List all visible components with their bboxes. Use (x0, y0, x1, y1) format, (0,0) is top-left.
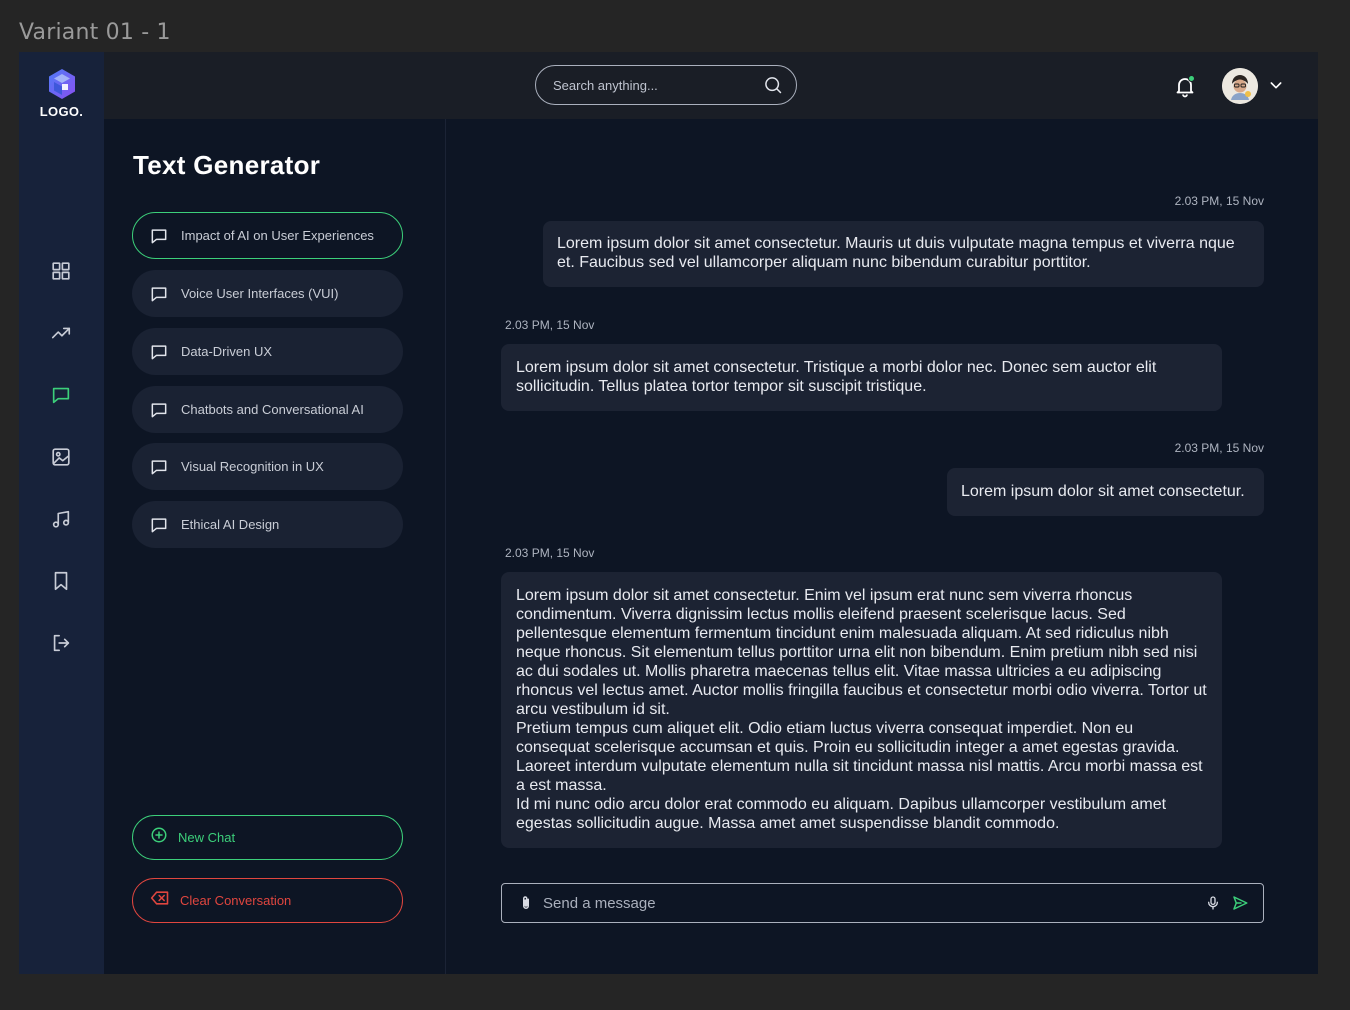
bookmark-icon[interactable] (49, 569, 73, 593)
conversation-item[interactable]: Ethical AI Design (132, 501, 403, 548)
avatar-illustration-icon (1222, 68, 1258, 104)
new-chat-label: New Chat (178, 830, 236, 845)
conversation-item[interactable]: Data-Driven UX (132, 328, 403, 375)
conversation-label: Chatbots and Conversational AI (181, 402, 364, 417)
page-title: Text Generator (133, 150, 321, 180)
message-bubble-sent: Lorem ipsum dolor sit amet consectetur. (947, 468, 1264, 516)
image-icon[interactable] (49, 445, 73, 469)
search-box[interactable] (535, 65, 797, 105)
conversation-item[interactable]: Voice User Interfaces (VUI) (132, 270, 403, 317)
clear-conversation-button[interactable]: Clear Conversation (132, 878, 403, 923)
chat-bubble-icon (149, 226, 169, 246)
message-timestamp: 2.03 PM, 15 Nov (505, 318, 595, 332)
chat-bubble-icon[interactable] (49, 383, 73, 407)
dashboard-grid-icon[interactable] (49, 259, 73, 283)
chat-bubble-icon (149, 457, 169, 477)
clear-conversation-label: Clear Conversation (180, 893, 292, 908)
search-icon[interactable] (762, 74, 784, 96)
send-icon[interactable] (1231, 894, 1249, 912)
conversation-item[interactable]: Chatbots and Conversational AI (132, 386, 403, 433)
logo-mark-icon (48, 69, 75, 99)
conversation-label: Voice User Interfaces (VUI) (181, 286, 339, 301)
plus-circle-icon (150, 826, 168, 849)
message-bubble-received: Lorem ipsum dolor sit amet consectetur. … (501, 572, 1222, 848)
message-timestamp: 2.03 PM, 15 Nov (1174, 194, 1264, 208)
chat-bubble-icon (149, 284, 169, 304)
message-text: Lorem ipsum dolor sit amet consectetur. (961, 483, 1245, 500)
logo[interactable]: LOGO. (19, 68, 104, 119)
trending-up-icon[interactable] (49, 321, 73, 345)
chat-bubble-icon (149, 342, 169, 362)
message-input[interactable] (543, 894, 1204, 912)
conversation-label: Visual Recognition in UX (181, 459, 324, 474)
message-text: Pretium tempus cum aliquet elit. Odio et… (516, 720, 1203, 794)
new-chat-button[interactable]: New Chat (132, 815, 403, 860)
logout-icon[interactable] (49, 631, 73, 655)
notification-bell-icon[interactable] (1173, 74, 1197, 98)
top-bar (104, 52, 1318, 119)
message-composer[interactable] (501, 883, 1264, 923)
app-window: LOGO. Search anything... Text Generator … (19, 52, 1318, 974)
conversation-item[interactable]: Impact of AI on User Experiences (132, 212, 403, 259)
message-bubble-received: Lorem ipsum dolor sit amet consectetur. … (501, 344, 1222, 411)
sidebar-rail: LOGO. (19, 52, 104, 974)
message-timestamp: 2.03 PM, 15 Nov (1174, 441, 1264, 455)
paperclip-icon[interactable] (517, 894, 535, 912)
notification-dot (1188, 75, 1195, 82)
search-input[interactable] (553, 77, 762, 93)
message-text: Lorem ipsum dolor sit amet consectetur. … (516, 359, 1157, 395)
microphone-icon[interactable] (1204, 894, 1222, 912)
music-icon[interactable] (49, 507, 73, 531)
logo-text: LOGO. (39, 104, 84, 119)
conversation-label: Data-Driven UX (181, 344, 273, 359)
backspace-icon (150, 889, 170, 912)
message-timestamp: 2.03 PM, 15 Nov (505, 546, 595, 560)
chevron-down-icon[interactable] (1268, 77, 1284, 93)
chat-bubble-icon (149, 515, 169, 535)
message-text: Lorem ipsum dolor sit amet consectetur. … (557, 235, 1235, 271)
conversation-panel: Text Generator Impact of AI on User Expe… (104, 119, 446, 974)
conversation-label: Ethical AI Design (181, 517, 280, 532)
conversation-item[interactable]: Visual Recognition in UX (132, 443, 403, 490)
message-bubble-sent: Lorem ipsum dolor sit amet consectetur. … (543, 221, 1264, 287)
conversation-label: Impact of AI on User Experiences (181, 228, 374, 243)
message-text: Lorem ipsum dolor sit amet consectetur. … (516, 587, 1207, 718)
message-text: Id mi nunc odio arcu dolor erat commodo … (516, 796, 1167, 832)
chat-bubble-icon (149, 400, 169, 420)
chat-area: 2.03 PM, 15 Nov Lorem ipsum dolor sit am… (446, 119, 1318, 974)
user-avatar[interactable] (1222, 68, 1258, 104)
frame-label: Variant 01 - 1 (19, 20, 171, 45)
